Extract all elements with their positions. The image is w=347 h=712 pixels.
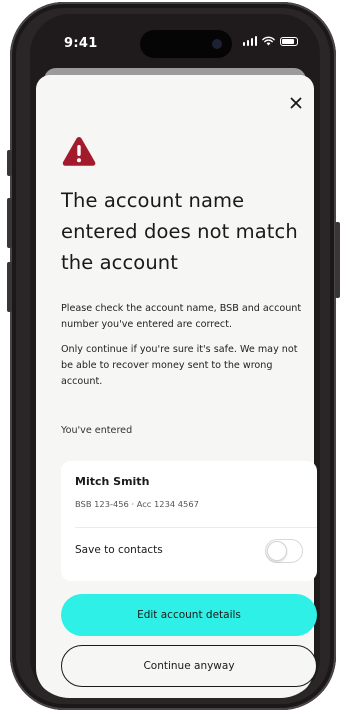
save-to-contacts-toggle[interactable] (265, 539, 303, 563)
battery-icon (280, 36, 298, 46)
status-bar: 9:41 (30, 14, 320, 66)
phone-side-button (7, 150, 12, 176)
wifi-icon (262, 36, 275, 46)
edit-account-details-button[interactable]: Edit account details (61, 594, 317, 636)
phone-side-button (7, 198, 12, 248)
mismatch-dialog: The account name entered does not match … (36, 75, 317, 698)
dialog-title: The account name entered does not match … (61, 189, 298, 274)
account-card: Mitch Smith BSB 123-456 · Acc 1234 4567 … (61, 461, 317, 581)
save-to-contacts-label: Save to contacts (75, 544, 163, 556)
divider (75, 527, 317, 528)
camera-icon (212, 39, 222, 49)
warning-icon (62, 137, 96, 166)
account-details: BSB 123-456 · Acc 1234 4567 (75, 499, 199, 509)
dynamic-island (140, 30, 232, 58)
entered-label: You've entered (61, 425, 133, 436)
phone-screen: 9:41 The account name entered does not m… (30, 14, 320, 698)
phone-side-button (7, 262, 12, 312)
close-button[interactable] (284, 91, 308, 115)
dialog-warning-message: Only continue if you're sure it's safe. … (61, 344, 298, 387)
signal-icon (242, 36, 257, 46)
account-name: Mitch Smith (75, 475, 150, 488)
continue-anyway-button[interactable]: Continue anyway (61, 645, 317, 687)
close-icon (290, 97, 302, 109)
page: 9:41 The account name entered does not m… (0, 0, 347, 712)
dialog-message: Please check the account name, BSB and a… (61, 303, 302, 330)
status-icons (242, 36, 298, 46)
toggle-knob (267, 541, 287, 561)
status-time: 9:41 (64, 36, 98, 51)
phone-side-button (335, 222, 340, 298)
